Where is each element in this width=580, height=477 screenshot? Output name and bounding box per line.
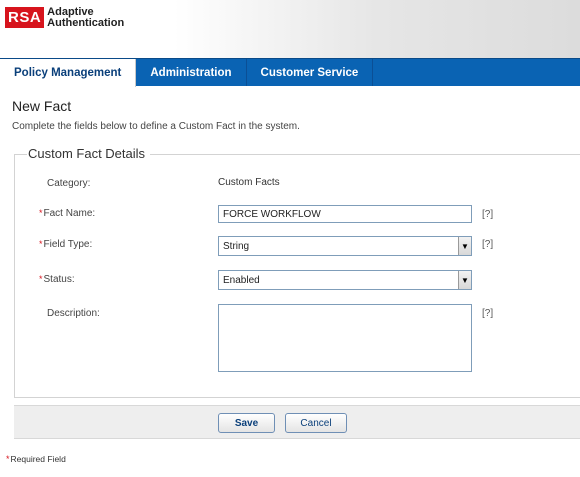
main-nav-tabs: Policy Management Administration Custome… (0, 58, 580, 87)
section-legend: Custom Fact Details (27, 146, 151, 161)
fact-name-label: *Fact Name: (39, 208, 95, 219)
category-label: Category: (47, 178, 91, 189)
app-header: RSA Adaptive Authentication (0, 0, 580, 58)
rsa-logo: RSA Adaptive Authentication (5, 7, 124, 31)
cancel-button[interactable]: Cancel (285, 413, 347, 433)
field-type-label: *Field Type: (39, 239, 92, 250)
required-marker: * (6, 454, 10, 464)
description-help-icon[interactable]: [?] (482, 308, 493, 319)
chevron-down-icon[interactable]: ▼ (458, 271, 471, 289)
required-marker: * (39, 208, 43, 218)
required-field-note: *Required Field (6, 454, 66, 464)
status-select[interactable]: Enabled ▼ (218, 270, 472, 290)
tab-administration[interactable]: Administration (136, 59, 247, 86)
logo-mark: RSA (5, 7, 45, 28)
field-type-help-icon[interactable]: [?] (482, 239, 493, 250)
fact-name-input[interactable]: FORCE WORKFLOW (218, 205, 472, 223)
required-field-text: Required Field (10, 454, 66, 464)
tab-customer-service[interactable]: Customer Service (247, 59, 374, 86)
status-selected-value: Enabled (223, 274, 260, 286)
status-label: *Status: (39, 274, 75, 285)
page-description: Complete the fields below to define a Cu… (12, 121, 300, 132)
tab-policy-management[interactable]: Policy Management (0, 59, 137, 87)
product-name-line2: Authentication (47, 17, 125, 29)
fact-name-label-text: Fact Name: (43, 208, 96, 219)
description-label: Description: (47, 308, 100, 319)
page-title: New Fact (12, 98, 72, 114)
field-type-selected-value: String (223, 240, 250, 252)
save-button[interactable]: Save (218, 413, 275, 433)
category-value: Custom Facts (218, 177, 280, 188)
chevron-down-icon[interactable]: ▼ (458, 237, 471, 255)
description-textarea[interactable] (218, 304, 472, 372)
field-type-select[interactable]: String ▼ (218, 236, 472, 256)
field-type-label-text: Field Type: (43, 239, 93, 250)
required-marker: * (39, 239, 43, 249)
required-marker: * (39, 274, 43, 284)
status-label-text: Status: (43, 274, 75, 285)
product-name: Adaptive Authentication (47, 7, 124, 29)
fact-name-help-icon[interactable]: [?] (482, 209, 493, 220)
